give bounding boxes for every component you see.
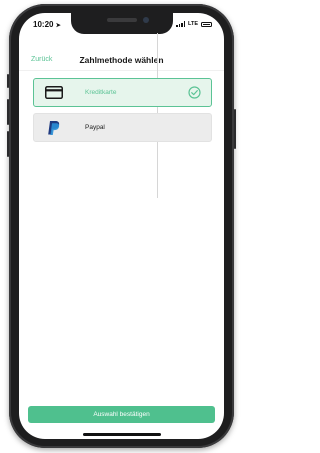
status-time-text: 10:20 [33, 20, 54, 29]
status-time: 10:20 ➤ [33, 20, 61, 29]
paypal-icon [45, 119, 63, 137]
side-button-left-3 [7, 131, 9, 157]
side-button-right [234, 109, 236, 149]
location-arrow-icon: ➤ [55, 23, 61, 29]
confirm-button[interactable]: Auswahl bestätigen [28, 406, 215, 423]
home-indicator [83, 433, 161, 436]
battery-icon [201, 21, 212, 27]
payment-option-paypal[interactable]: Paypal [33, 113, 212, 142]
network-label: LTE [188, 21, 198, 27]
check-circle-icon [188, 86, 201, 99]
phone-screen: 10:20 ➤ LTE Zurück Zahlmethode wählen Kr… [19, 13, 224, 439]
paypal-label: Paypal [85, 124, 105, 131]
speaker-grille [107, 18, 137, 22]
nav-divider [19, 70, 224, 71]
notch [71, 13, 173, 34]
stage: 10:20 ➤ LTE Zurück Zahlmethode wählen Kr… [0, 0, 240, 453]
payment-option-credit-card[interactable]: Kreditkarte [33, 78, 212, 107]
front-camera [143, 17, 149, 23]
credit-card-icon [45, 84, 63, 102]
side-button-left-1 [7, 74, 9, 88]
side-button-left-2 [7, 99, 9, 125]
credit-card-label: Kreditkarte [85, 89, 117, 96]
page-title: Zahlmethode wählen [79, 55, 164, 65]
signal-icon [176, 21, 186, 27]
status-indicators: LTE [176, 21, 212, 27]
